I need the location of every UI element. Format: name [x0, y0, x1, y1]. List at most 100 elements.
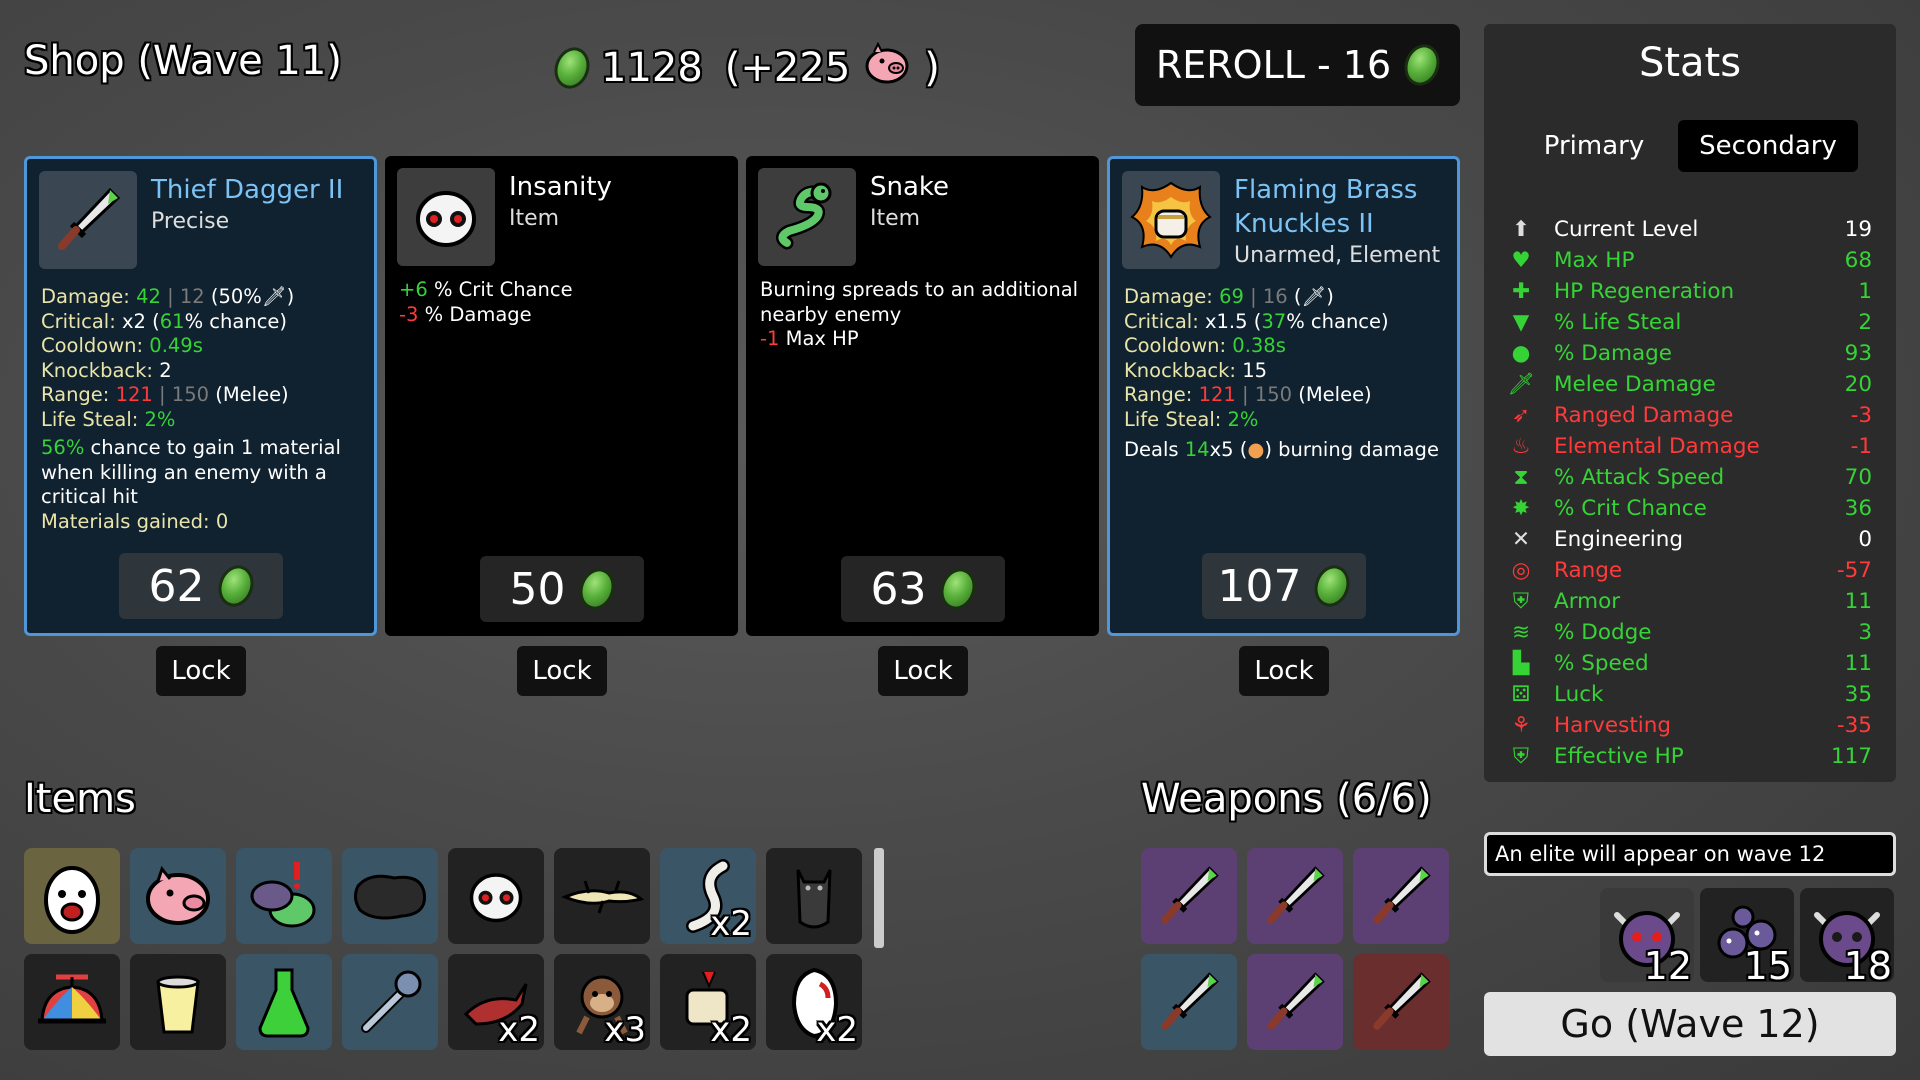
stat-value: 11: [1844, 588, 1872, 614]
item-slot-claw[interactable]: x2: [448, 954, 544, 1050]
item-slot-piggy[interactable]: [130, 848, 226, 944]
wave-number: 15: [1743, 944, 1792, 988]
weapon-slot-dagger[interactable]: [1141, 848, 1237, 944]
stat-value: 11: [1844, 650, 1872, 676]
lock-button[interactable]: Lock: [878, 646, 968, 696]
item-count: x2: [710, 1010, 752, 1050]
stat-value: 35: [1844, 681, 1872, 707]
tab-primary[interactable]: Primary: [1524, 120, 1664, 172]
stat-row[interactable]: ≋ % Dodge 3: [1506, 617, 1872, 647]
tab-secondary[interactable]: Secondary: [1678, 120, 1858, 172]
materials-bonus: (+225: [724, 45, 851, 91]
shop-card-flaming-brass-knuckles[interactable]: Flaming Brass Knuckles II Unarmed, Eleme…: [1107, 156, 1460, 636]
card-subtitle: Item: [509, 206, 560, 231]
item-slot-propeller-hat[interactable]: [24, 954, 120, 1050]
stat-row[interactable]: ♥ Max HP 68: [1506, 245, 1872, 275]
item-slot-tooth[interactable]: x2: [766, 954, 862, 1050]
items-scrollbar[interactable]: [874, 848, 884, 948]
stat-row[interactable]: ⛨ Armor 11: [1506, 586, 1872, 616]
level-up-icon: ⬆: [1511, 216, 1530, 242]
item-slot-lemonade[interactable]: [130, 954, 226, 1050]
stat-row[interactable]: ♨ Elemental Damage -1: [1506, 431, 1872, 461]
stat-label: Armor: [1554, 588, 1621, 614]
weapon-slot-dagger[interactable]: [1353, 848, 1449, 944]
stat-row[interactable]: ⬆ Current Level 19: [1506, 214, 1872, 244]
shop-card-insanity[interactable]: Insanity Item +6 % Crit Chance -3 % Dama…: [385, 156, 738, 636]
stat-row[interactable]: ⚘ Harvesting -35: [1506, 710, 1872, 740]
card-name: Thief Dagger II: [151, 175, 344, 205]
weapon-slot-dagger[interactable]: [1247, 848, 1343, 944]
dodge-icon: ≋: [1511, 619, 1530, 645]
stat-row[interactable]: ✸ % Crit Chance 36: [1506, 493, 1872, 523]
stat-value: 20: [1844, 371, 1872, 397]
material-icon: [548, 42, 596, 94]
weapon-slot-dagger[interactable]: [1141, 954, 1237, 1050]
egg-face-icon: [44, 866, 100, 934]
stat-value: 70: [1844, 464, 1872, 490]
wheat-icon: ⚘: [1511, 712, 1531, 738]
stat-row[interactable]: ◎ Range -57: [1506, 555, 1872, 585]
lock-button[interactable]: Lock: [156, 646, 246, 696]
item-slot-monkey[interactable]: x3: [554, 954, 650, 1050]
snake-icon: [758, 168, 856, 266]
sword-icon: 🗡: [1507, 371, 1535, 397]
item-slot-worm[interactable]: x2: [660, 848, 756, 944]
item-slot-rock[interactable]: [342, 848, 438, 944]
stat-row[interactable]: ⧗ % Attack Speed 70: [1506, 462, 1872, 492]
lock-button[interactable]: Lock: [1239, 646, 1329, 696]
piggy-bank-icon: [146, 865, 210, 925]
stat-row[interactable]: ▙ % Speed 11: [1506, 648, 1872, 678]
item-slot-lizard[interactable]: [554, 848, 650, 944]
weapon-slot-dagger[interactable]: [1353, 954, 1449, 1050]
price-tag: 62: [118, 553, 283, 619]
stat-row[interactable]: ● % Damage 93: [1506, 338, 1872, 368]
wave-number: 18: [1843, 944, 1892, 988]
piggy-bank-icon: [862, 38, 912, 98]
effective-hp-icon: ⛨: [1512, 743, 1530, 769]
shop-card-snake[interactable]: Snake Item Burning spreads to an additio…: [746, 156, 1099, 636]
price-tag: 107: [1201, 553, 1366, 619]
stat-value: 36: [1844, 495, 1872, 521]
stat-value: -57: [1836, 557, 1872, 583]
wave-number: 12: [1643, 944, 1692, 988]
lock-button[interactable]: Lock: [517, 646, 607, 696]
bat-icon: [796, 869, 832, 929]
dagger-icon: [1267, 972, 1325, 1030]
weapon-slot-dagger[interactable]: [1247, 954, 1343, 1050]
stat-value: 0: [1858, 526, 1872, 552]
item-slot-potion[interactable]: [236, 954, 332, 1050]
stat-row[interactable]: ⛨ Effective HP 117: [1506, 741, 1872, 771]
card-subtitle: Precise: [151, 209, 230, 234]
shop-card-thief-dagger[interactable]: Thief Dagger II Precise Damage: 42 | 12 …: [24, 156, 377, 636]
stat-row[interactable]: ✕ Engineering 0: [1506, 524, 1872, 554]
reroll-button[interactable]: REROLL - 16: [1135, 24, 1460, 106]
price-tag: 50: [479, 556, 644, 622]
item-slot-bat[interactable]: [766, 848, 862, 944]
go-next-wave-button[interactable]: Go (Wave 12): [1484, 992, 1896, 1056]
wave-indicator-12: 12: [1600, 888, 1694, 988]
wave-indicator-15: 15: [1700, 888, 1794, 988]
price-tag: 63: [840, 556, 1005, 622]
sword-icon: 🗡: [261, 285, 287, 308]
potion-icon: [258, 968, 310, 1038]
item-slot-mask[interactable]: [448, 848, 544, 944]
stat-row[interactable]: ✚ HP Regeneration 1: [1506, 276, 1872, 306]
item-slot-alien[interactable]: [236, 848, 332, 944]
stat-label: % Life Steal: [1554, 309, 1682, 335]
stat-row[interactable]: ➶ Ranged Damage -3: [1506, 400, 1872, 430]
shop-title: Shop (Wave 11): [24, 38, 342, 84]
range-icon: ◎: [1511, 557, 1531, 583]
dice-icon: ⚄: [1511, 681, 1531, 707]
material-icon: [573, 563, 620, 615]
lemonade-icon: [156, 975, 200, 1034]
dagger-icon: [1373, 972, 1431, 1030]
stat-row[interactable]: ⚄ Luck 35: [1506, 679, 1872, 709]
item-slot-egg[interactable]: [24, 848, 120, 944]
dark-rock-icon: [353, 874, 427, 920]
item-slot-wrench[interactable]: [342, 954, 438, 1050]
sword-icon: 🗡: [1301, 285, 1327, 308]
stat-row[interactable]: ▼ % Life Steal 2: [1506, 307, 1872, 337]
item-slot-scroll[interactable]: x2: [660, 954, 756, 1050]
stat-label: Luck: [1554, 681, 1604, 707]
stat-row[interactable]: 🗡 Melee Damage 20: [1506, 369, 1872, 399]
